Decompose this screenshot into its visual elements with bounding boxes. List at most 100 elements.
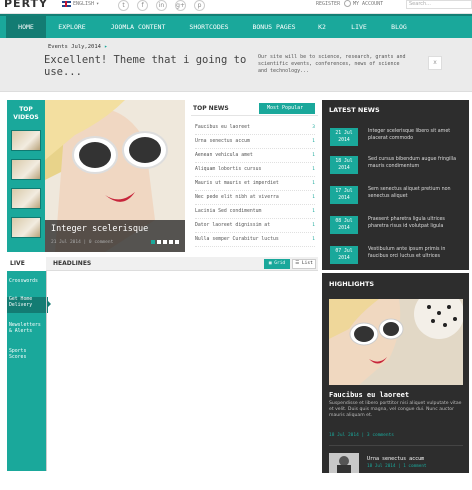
nav-shortcodes[interactable]: SHORTCODES	[178, 16, 240, 38]
twitter-icon[interactable]: t	[118, 0, 129, 11]
live-tab[interactable]: LIVE	[7, 257, 46, 271]
language-label: ENGLISH	[73, 1, 95, 7]
highlight-small-title[interactable]: Urna senectus accum	[367, 456, 424, 462]
slider-pagination	[151, 240, 179, 244]
nav-explore[interactable]: EXPLORE	[48, 16, 96, 38]
slider-dot[interactable]	[163, 240, 167, 244]
latest-news-title: LATEST NEWS	[329, 106, 380, 114]
hero-slider[interactable]: Integer scelerisque 21 Jul 2014 | 0 comm…	[45, 100, 185, 252]
latest-news-item[interactable]: 21 Jul 2014 Integer scelerisque libero s…	[330, 128, 464, 152]
latest-news-text[interactable]: Vestibulum ante ipsum primis in faucibus…	[368, 246, 464, 260]
video-thumbnail[interactable]	[11, 130, 41, 151]
comment-count: 1	[312, 223, 315, 228]
register-link[interactable]: REGISTER	[316, 1, 340, 7]
comment-count: 1	[312, 139, 315, 144]
top-news-panel: TOP NEWS Most Popular Faucibus eu laoree…	[191, 100, 318, 252]
most-popular-button[interactable]: Most Popular	[259, 103, 315, 114]
date-badge: 21 Jul 2014	[330, 128, 358, 146]
latest-news-text[interactable]: Sed cursus bibendum augue fringilla maur…	[368, 156, 464, 170]
slider-dot[interactable]	[169, 240, 173, 244]
highlight-image[interactable]	[329, 299, 463, 385]
events-text: Our site will be to science, research, g…	[258, 54, 406, 74]
language-selector[interactable]: ENGLISH ▾	[62, 1, 99, 7]
linkedin-icon[interactable]: in	[156, 0, 167, 11]
chevron-down-icon: ▾	[96, 1, 100, 7]
top-news-item[interactable]: Urna senectus accum 1	[195, 136, 315, 149]
account-label: MY ACCOUNT	[353, 0, 384, 7]
top-news-item[interactable]: Nec pede elit nibh at viverra 1	[195, 192, 315, 205]
latest-news-text[interactable]: Sem senectus aliquet pretium non senectu…	[368, 186, 464, 200]
top-news-title: TOP NEWS	[193, 105, 229, 112]
uk-flag-icon	[62, 1, 71, 7]
latest-news-item[interactable]: 08 Jul 2014 Praesent pharetra ligula ult…	[330, 216, 464, 240]
live-item-newsletters[interactable]: Newsletters & Alerts	[9, 323, 45, 335]
highlight-text: Suspendisse et libero porttitor nisi ali…	[329, 401, 462, 418]
top-utility-bar: PERTY ENGLISH ▾ t f in g+ p REGISTER MY …	[0, 0, 472, 14]
social-links: t f in g+ p	[118, 0, 205, 11]
nav-live[interactable]: LIVE	[342, 16, 376, 38]
facebook-icon[interactable]: f	[137, 0, 148, 11]
comment-count: 1	[312, 195, 315, 200]
highlight-meta: 18 Jul 2014 | 3 comments	[329, 433, 395, 438]
slider-dot[interactable]	[151, 240, 155, 244]
highlight-photo	[329, 299, 463, 385]
nav-home[interactable]: HOME	[6, 16, 46, 38]
account-link[interactable]: MY ACCOUNT	[344, 0, 383, 7]
list-view-button[interactable]: ☰ List	[292, 259, 316, 269]
top-news-item[interactable]: Lacinia Sed condimentum 1	[195, 206, 315, 219]
top-videos-title: TOP VIDEOS	[13, 106, 39, 121]
top-news-item[interactable]: Aenean vehicula amet 1	[195, 150, 315, 163]
live-item-sports-scores[interactable]: Sports Scores	[9, 349, 45, 361]
headlines-title: HEADLINES	[53, 260, 92, 267]
top-news-item[interactable]: Aliquam lobortis cursus 1	[195, 164, 315, 177]
comment-count: 3	[312, 125, 315, 130]
highlight-small-meta: 18 Jul 2014 | 1 comment	[367, 464, 427, 469]
video-thumbnail[interactable]	[11, 159, 41, 180]
list-icon: ☰	[295, 261, 300, 266]
top-videos-panel: TOP VIDEOS	[7, 100, 45, 252]
nav-blog[interactable]: BLOG	[382, 16, 416, 38]
comment-count: 1	[312, 237, 315, 242]
grid-view-button[interactable]: ▦ Grid	[264, 259, 290, 269]
pinterest-icon[interactable]: p	[194, 0, 205, 11]
comment-count: 1	[312, 209, 315, 214]
latest-news-item[interactable]: 18 Jul 2014 Sed cursus bibendum augue fr…	[330, 156, 464, 180]
video-thumbnail[interactable]	[11, 217, 41, 238]
slider-dot[interactable]	[175, 240, 179, 244]
highlight-thumb-photo	[329, 453, 359, 473]
video-thumbnail[interactable]	[11, 188, 41, 209]
site-logo[interactable]: PERTY	[4, 0, 48, 10]
grid-icon: ▦	[268, 261, 272, 266]
google-plus-icon[interactable]: g+	[175, 0, 186, 11]
latest-news-item[interactable]: 17 Jul 2014 Sem senectus aliquet pretium…	[330, 186, 464, 210]
top-news-header: TOP NEWS Most Popular	[191, 100, 318, 116]
top-news-item[interactable]: Dator laoreet dignissim at 1	[195, 220, 315, 233]
user-icon	[344, 0, 351, 7]
events-strip: Events July,2014 ▸ Excellent! Theme that…	[0, 38, 472, 92]
live-item-crosswords[interactable]: Crosswords	[9, 279, 45, 285]
top-news-item[interactable]: Faucibus eu laoreet 3	[195, 122, 315, 135]
highlight-title[interactable]: Faucibus eu laoreet	[329, 391, 409, 399]
slider-dot[interactable]	[157, 240, 161, 244]
hero-title[interactable]: Integer scelerisque	[51, 224, 148, 234]
latest-news-text[interactable]: Praesent pharetra ligula ultrices pharet…	[368, 216, 464, 230]
nav-bonus-pages[interactable]: BONUS PAGES	[244, 16, 304, 38]
latest-news-item[interactable]: 07 Jul 2014 Vestibulum ante ipsum primis…	[330, 246, 464, 270]
headlines-bar: LIVE HEADLINES ▦ Grid ☰ List	[7, 257, 318, 271]
divider	[329, 445, 463, 446]
nav-k2[interactable]: K2	[310, 16, 334, 38]
nav-joomla-content[interactable]: JOOMLA CONTENT	[100, 16, 176, 38]
search-input[interactable]: Search...	[406, 0, 472, 9]
top-news-item[interactable]: Mauris ut mauris et imperdiet 1	[195, 178, 315, 191]
top-news-item[interactable]: Nulla semper Curabitur luctus 1	[195, 234, 315, 247]
hero-meta: 21 Jul 2014 | 0 comment	[51, 240, 114, 245]
live-item-home-delivery[interactable]: Get Home Delivery	[7, 297, 48, 313]
close-button[interactable]: x	[428, 56, 442, 70]
comment-count: 1	[312, 167, 315, 172]
live-sidebar: Crosswords Get Home Delivery Newsletters…	[7, 271, 51, 471]
highlights-panel: HIGHLIGHTS Faucibus eu laoreet Suspendis…	[322, 273, 469, 473]
latest-news-text[interactable]: Integer scelerisque libero sit amet plac…	[368, 128, 464, 142]
highlight-thumbnail[interactable]	[329, 453, 359, 473]
date-badge: 07 Jul 2014	[330, 246, 358, 264]
comment-count: 1	[312, 181, 315, 186]
